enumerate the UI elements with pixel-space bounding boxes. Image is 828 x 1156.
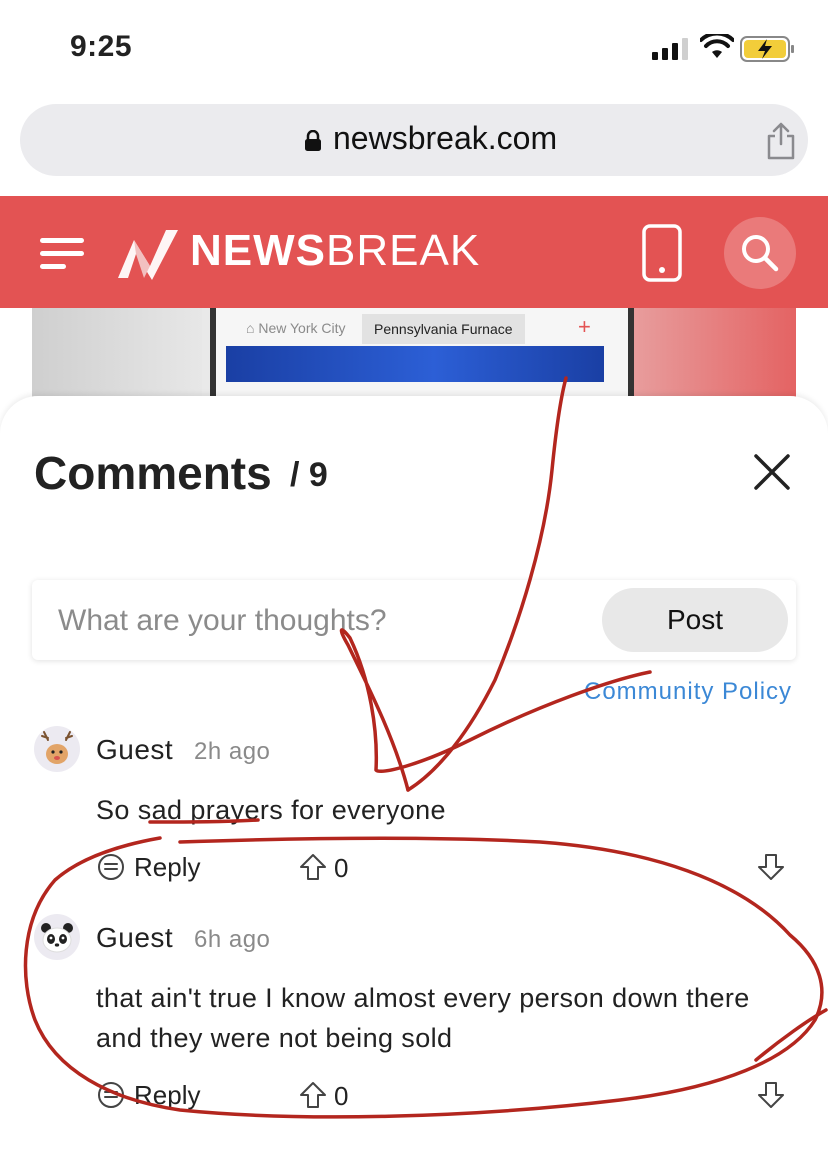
location-tab-pa: Pennsylvania Furnace [362, 314, 525, 344]
downvote-arrow-icon[interactable] [756, 852, 786, 882]
close-icon[interactable] [752, 452, 792, 492]
reply-button[interactable]: Reply [96, 852, 200, 883]
comment-composer: Post [32, 580, 796, 662]
comment-text: So sad prayers for everyone [96, 795, 446, 825]
reindeer-avatar-icon [34, 726, 80, 772]
location-tab-nyc: ⌂ New York City [246, 320, 346, 336]
wifi-icon [700, 34, 734, 58]
reply-button[interactable]: Reply [96, 1080, 200, 1111]
reply-icon [98, 1082, 124, 1108]
address-bar[interactable]: newsbreak.com [20, 104, 808, 176]
comment-author[interactable]: Guest [96, 922, 173, 954]
upvote-button[interactable]: 0 [298, 852, 348, 884]
url-text: newsbreak.com [333, 120, 558, 156]
site-header: NEWSBREAK [0, 196, 828, 308]
search-button[interactable] [724, 217, 796, 289]
mobile-app-icon[interactable] [642, 224, 682, 282]
share-icon[interactable] [766, 122, 796, 160]
upvote-arrow-icon [300, 854, 326, 880]
cellular-signal-icon [652, 38, 688, 60]
reply-icon [98, 854, 124, 880]
community-policy-link[interactable]: Community Policy [584, 678, 792, 706]
comments-title: Comments [34, 447, 272, 499]
newsbreak-logo-icon [118, 230, 178, 280]
brand-wordmark[interactable]: NEWSBREAK [190, 226, 480, 276]
battery-charging-icon [740, 36, 794, 62]
comments-count: / 9 [290, 456, 328, 494]
menu-icon[interactable] [40, 236, 86, 272]
comment-input[interactable] [32, 580, 620, 662]
upvote-arrow-icon [300, 1082, 326, 1108]
upvote-count: 0 [334, 853, 349, 883]
upvote-button[interactable]: 0 [298, 1080, 348, 1112]
comment-time: 6h ago [194, 926, 271, 953]
status-bar: 9:25 [0, 0, 828, 100]
upvote-count: 0 [334, 1081, 349, 1111]
search-icon [742, 235, 779, 272]
add-location-icon: + [578, 314, 591, 339]
comments-sheet: Comments / 9 Post Community Policy Guest… [0, 396, 828, 1156]
comment-author[interactable]: Guest [96, 734, 173, 766]
post-button[interactable]: Post [602, 588, 788, 652]
comment-time: 2h ago [194, 738, 271, 765]
downvote-arrow-icon[interactable] [756, 1080, 786, 1110]
comment-text: that ain't true I know almost every pers… [96, 983, 750, 1053]
news-banner-image [226, 346, 604, 382]
panda-avatar-icon [34, 914, 80, 960]
status-time: 9:25 [70, 30, 133, 63]
lock-icon [305, 130, 321, 151]
